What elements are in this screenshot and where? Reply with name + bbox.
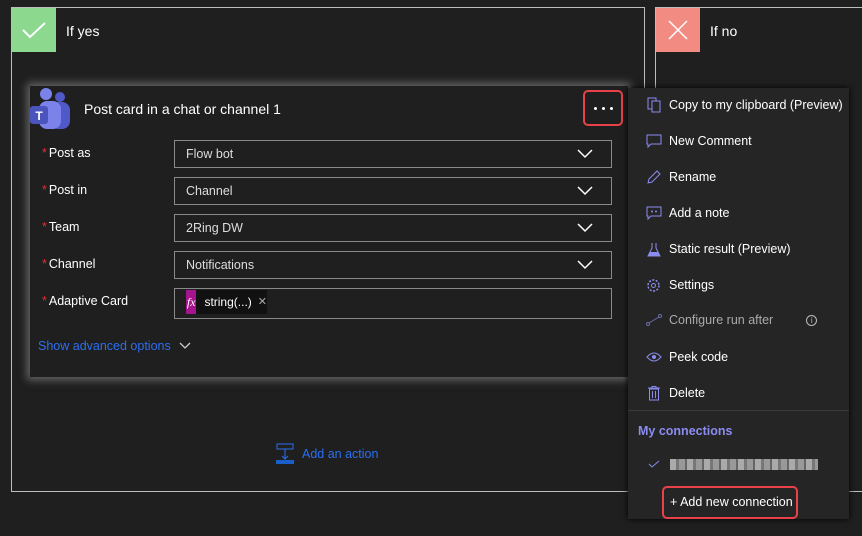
menu-item-new-comment[interactable]: New Comment xyxy=(628,126,849,156)
x-icon xyxy=(656,8,700,52)
chevron-down-icon xyxy=(577,260,593,270)
chevron-down-icon xyxy=(179,342,191,349)
run-after-icon xyxy=(628,314,669,326)
post-as-dropdown[interactable]: Flow bot xyxy=(174,140,612,168)
chevron-down-icon xyxy=(577,223,593,233)
show-advanced-options-link[interactable]: Show advanced options xyxy=(38,339,191,353)
menu-item-static-result[interactable]: Static result (Preview) xyxy=(628,234,849,264)
menu-divider xyxy=(628,410,849,411)
team-label: * Team xyxy=(42,220,80,234)
teams-icon: T xyxy=(30,87,72,130)
adaptive-card-input[interactable]: fx string(...) ✕ xyxy=(174,288,612,319)
menu-item-copy[interactable]: Copy to my clipboard (Preview) xyxy=(628,90,849,120)
post-as-label: * Post as xyxy=(42,146,91,160)
adaptive-card-label: * Adaptive Card xyxy=(42,294,129,308)
add-action-button[interactable]: Add an action xyxy=(276,443,378,465)
eye-icon xyxy=(628,352,669,362)
action-context-menu: Copy to my clipboard (Preview) New Comme… xyxy=(628,88,849,519)
note-icon xyxy=(628,206,669,221)
flask-icon xyxy=(628,242,669,257)
post-in-dropdown[interactable]: Channel xyxy=(174,177,612,205)
chevron-down-icon xyxy=(577,149,593,159)
if-yes-label: If yes xyxy=(66,23,100,39)
menu-item-delete[interactable]: Delete xyxy=(628,378,849,408)
channel-dropdown[interactable]: Notifications xyxy=(174,251,612,279)
info-icon[interactable]: i xyxy=(806,314,818,326)
menu-item-rename[interactable]: Rename xyxy=(628,162,849,192)
connection-item[interactable] xyxy=(648,459,818,470)
token-text: string(...) xyxy=(204,295,252,309)
menu-item-settings[interactable]: Settings xyxy=(628,270,849,300)
chevron-down-icon xyxy=(577,186,593,196)
add-action-icon xyxy=(276,443,294,464)
channel-label: * Channel xyxy=(42,257,96,271)
menu-item-add-note[interactable]: Add a note xyxy=(628,198,849,228)
my-connections-header: My connections xyxy=(638,424,733,438)
pencil-icon xyxy=(628,169,669,185)
action-card: T Post card in a chat or channel 1 * Post… xyxy=(30,86,628,377)
copy-icon xyxy=(628,97,669,113)
gear-icon xyxy=(628,278,669,293)
card-title[interactable]: Post card in a chat or channel 1 xyxy=(84,101,281,117)
menu-item-peek-code[interactable]: Peek code xyxy=(628,342,849,372)
trash-icon xyxy=(628,385,669,401)
expression-token[interactable]: fx string(...) ✕ xyxy=(186,290,267,314)
team-dropdown[interactable]: 2Ring DW xyxy=(174,214,612,242)
add-new-connection-button[interactable]: + Add new connection xyxy=(662,486,798,519)
post-in-label: * Post in xyxy=(42,183,88,197)
checkmark-icon xyxy=(648,460,660,468)
connection-name-redacted xyxy=(670,459,818,470)
svg-text:T: T xyxy=(35,109,43,123)
more-options-button[interactable] xyxy=(583,90,623,126)
remove-token-icon[interactable]: ✕ xyxy=(258,290,267,314)
menu-item-configure-run-after: Configure run after i xyxy=(628,305,849,335)
if-no-label: If no xyxy=(710,23,738,39)
check-icon xyxy=(12,8,56,52)
fx-icon: fx xyxy=(186,290,197,314)
comment-icon xyxy=(628,134,669,149)
